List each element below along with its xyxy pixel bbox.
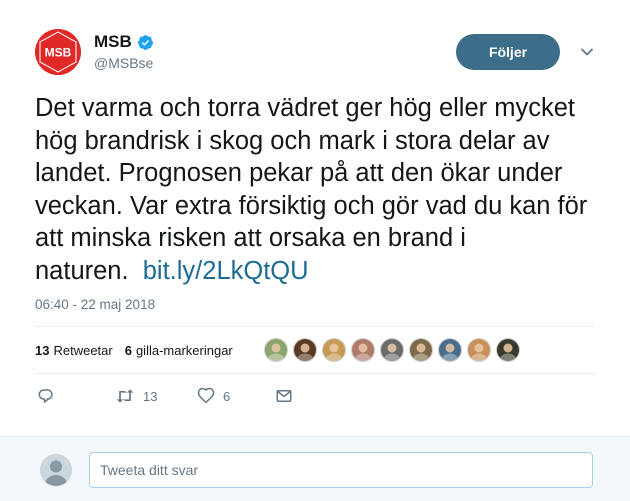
retweet-button[interactable]: 13 (115, 387, 157, 405)
direct-message-button[interactable] (275, 387, 293, 405)
retweets-count: 13 (35, 343, 50, 358)
author-block: MSB @MSBse (94, 31, 154, 71)
liker-avatar[interactable] (322, 338, 346, 362)
liker-avatar[interactable] (438, 338, 462, 362)
likes-stat[interactable]: 6 gilla-markeringar (125, 343, 233, 358)
divider (35, 373, 595, 374)
tweet-card: MSB MSB @MSBse Följer Det varma och torr… (0, 0, 630, 436)
tweet-stats: 13 Retweetar 6 gilla-markeringar (35, 343, 245, 358)
retweet-icon (116, 389, 134, 403)
liker-avatar[interactable] (467, 338, 491, 362)
reply-button[interactable] (37, 387, 55, 405)
like-button[interactable]: 6 (197, 387, 230, 405)
like-count: 6 (223, 388, 231, 404)
reply-input[interactable]: Tweeta ditt svar (89, 452, 593, 488)
likes-label: gilla-markeringar (135, 343, 233, 358)
likes-count: 6 (124, 343, 132, 358)
tweet-text: Det varma och torra vädret ger hög eller… (35, 92, 605, 287)
retweets-label: Retweetar (53, 343, 113, 358)
verified-badge-icon (137, 34, 154, 51)
heart-icon (197, 387, 215, 404)
reply-area: Tweeta ditt svar (0, 436, 630, 501)
liker-avatar[interactable] (380, 338, 404, 362)
liker-avatars (264, 338, 525, 362)
tweet-timestamp[interactable]: 06:40 - 22 maj 2018 (35, 297, 155, 312)
liker-avatar[interactable] (496, 338, 520, 362)
tweet-body: Det varma och torra vädret ger hög eller… (35, 94, 588, 285)
reply-icon (38, 389, 53, 403)
liker-avatar[interactable] (351, 338, 375, 362)
author-avatar[interactable]: MSB (35, 29, 81, 75)
tweet-link[interactable]: bit.ly/2LkQtQU (143, 257, 309, 285)
current-user-avatar (40, 454, 72, 486)
tweet-actions: 13 6 (35, 387, 595, 409)
avatar-logo-text: MSB (45, 46, 72, 60)
liker-avatar[interactable] (293, 338, 317, 362)
retweets-stat[interactable]: 13 Retweetar (35, 343, 113, 358)
divider (35, 326, 595, 327)
envelope-icon (276, 390, 292, 402)
author-handle[interactable]: @MSBse (94, 55, 154, 71)
liker-avatar[interactable] (264, 338, 288, 362)
chevron-down-icon[interactable] (578, 43, 596, 61)
author-name[interactable]: MSB (94, 32, 132, 52)
following-button[interactable]: Följer (456, 34, 560, 70)
liker-avatar[interactable] (409, 338, 433, 362)
retweet-count: 13 (143, 388, 158, 404)
